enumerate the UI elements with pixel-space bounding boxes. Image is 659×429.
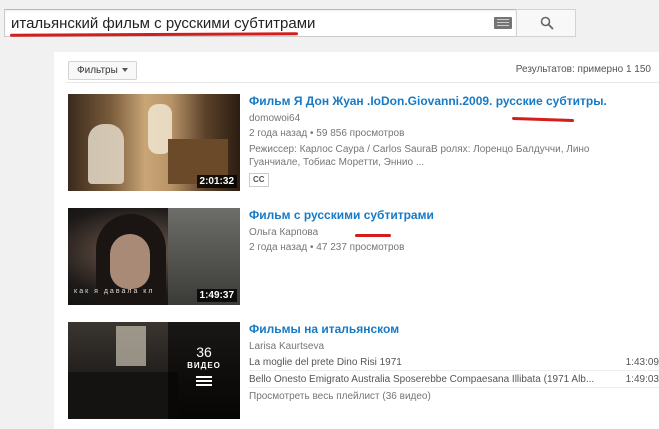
playlist-count: 36: [196, 344, 212, 360]
result-info: Фильм с русскими субтитрами Ольга Карпов…: [249, 208, 659, 254]
thumb-figure: [68, 372, 178, 419]
filters-button[interactable]: Фильтры: [68, 61, 137, 80]
annotation-underline-subs2: [355, 234, 391, 237]
thumb-caption: как я давала кл: [74, 288, 155, 295]
video-description: Режиссер: Карлос Саура / Carlos SauraВ р…: [249, 144, 590, 168]
view-full-playlist-link[interactable]: Просмотреть весь плейлист (36 видео): [249, 388, 659, 405]
video-meta: 2 года назад • 47 237 просмотров: [249, 242, 405, 253]
channel-name[interactable]: Ольга Карпова: [249, 226, 659, 239]
playlist-video-label: ВИДЕО: [187, 361, 221, 370]
search-bar: итальянский фильм с русскими субтитрами: [0, 0, 659, 44]
results-count: Результатов: примерно 1 150: [515, 64, 651, 75]
results-panel: Фильтры Результатов: примерно 1 150 2:01…: [54, 52, 659, 429]
thumb-window: [116, 326, 146, 366]
playlist-row-title: La moglie del prete Dino Risi 1971: [249, 357, 402, 368]
playlist-overlay: 36 ВИДЕО: [168, 322, 240, 419]
channel-name[interactable]: domowoi64: [249, 112, 659, 125]
playlist-row-time: 1:43:09: [625, 357, 659, 368]
video-meta: 2 года назад • 59 856 просмотров: [249, 128, 405, 139]
search-query[interactable]: итальянский фильм с русскими субтитрами: [11, 15, 315, 32]
playlist-row[interactable]: La moglie del prete Dino Risi 1971 1:43:…: [249, 354, 659, 371]
playlist-icon: [196, 376, 212, 378]
playlist-title[interactable]: Фильмы на итальянском: [249, 322, 659, 337]
thumb-figure: [88, 124, 124, 184]
keyboard-icon[interactable]: [494, 17, 512, 29]
video-thumbnail[interactable]: как я давала кл 1:49:37: [68, 208, 240, 305]
video-duration: 2:01:32: [196, 175, 237, 188]
result-info: Фильмы на итальянском Larisa Kaurtseva L…: [249, 322, 659, 405]
search-button[interactable]: [516, 9, 576, 37]
divider: [66, 82, 659, 83]
video-duration: 1:49:37: [196, 289, 237, 302]
caret-down-icon: [121, 68, 128, 73]
video-title[interactable]: Фильм с русскими субтитрами: [249, 208, 659, 223]
filters-label: Фильтры: [77, 65, 118, 76]
result-info: Фильм Я Дон Жуан .IoDon.Giovanni.2009. р…: [249, 94, 659, 187]
video-thumbnail[interactable]: 2:01:32: [68, 94, 240, 191]
video-title[interactable]: Фильм Я Дон Жуан .IoDon.Giovanni.2009. р…: [249, 94, 659, 109]
playlist-thumbnail[interactable]: 36 ВИДЕО: [68, 322, 240, 419]
thumb-figure: [110, 234, 150, 289]
search-icon: [540, 16, 554, 30]
playlist-row-time: 1:49:03: [625, 374, 659, 385]
playlist-row[interactable]: Bello Onesto Emigrato Australia Sposereb…: [249, 371, 659, 388]
cc-badge: CC: [249, 173, 269, 187]
playlist-row-title: Bello Onesto Emigrato Australia Sposereb…: [249, 374, 595, 385]
channel-name[interactable]: Larisa Kaurtseva: [249, 340, 659, 353]
